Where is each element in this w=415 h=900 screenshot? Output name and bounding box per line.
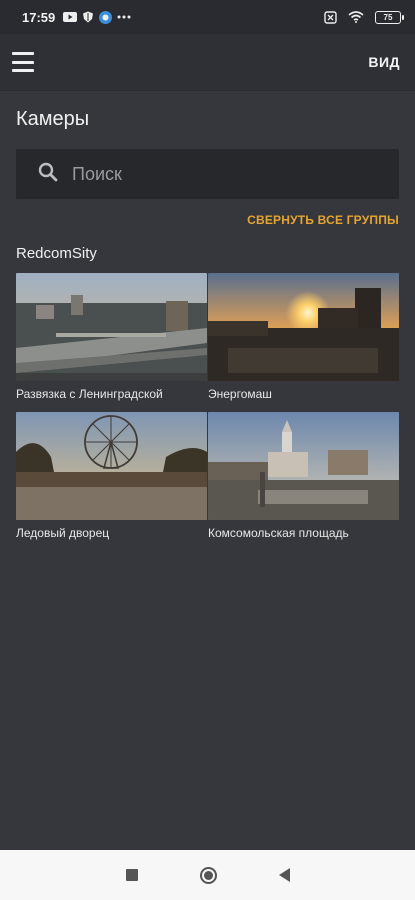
search-input[interactable]	[72, 163, 352, 185]
status-bar: 17:59 75	[0, 0, 415, 34]
search-bar[interactable]	[16, 149, 399, 199]
collapse-all-groups-button[interactable]: СВЕРНУТЬ ВСЕ ГРУППЫ	[247, 213, 399, 227]
recent-apps-icon[interactable]	[125, 869, 138, 881]
wifi-icon	[348, 11, 364, 23]
camera-thumbnail[interactable]	[208, 412, 399, 520]
camera-thumbnail[interactable]	[208, 273, 399, 381]
page-title: Камеры	[16, 108, 90, 130]
battery-icon: 75	[375, 10, 404, 24]
camera-card[interactable]: Развязка с Ленинградской	[16, 273, 207, 401]
system-navigation-bar	[0, 850, 415, 900]
youtube-icon	[63, 12, 78, 22]
camera-label: Энергомаш	[208, 387, 272, 401]
shield-icon	[82, 11, 94, 23]
camera-label: Комсомольская площадь	[208, 526, 349, 540]
hamburger-menu-icon[interactable]	[12, 52, 34, 72]
back-icon[interactable]	[278, 868, 290, 882]
sim-off-icon	[324, 10, 337, 24]
divider	[0, 90, 415, 91]
status-time: 17:59	[22, 9, 56, 25]
app-icon	[99, 10, 113, 24]
camera-card[interactable]: Энергомаш	[208, 273, 399, 401]
camera-label: Ледовый дворец	[16, 526, 110, 540]
home-icon[interactable]	[199, 866, 217, 884]
camera-label: Развязка с Ленинградской	[16, 387, 163, 401]
camera-thumbnail[interactable]	[16, 412, 207, 520]
camera-card[interactable]: Ледовый дворец	[16, 412, 207, 540]
group-title: RedcomSity	[16, 245, 97, 262]
search-icon	[38, 162, 58, 187]
camera-thumbnail[interactable]	[16, 273, 207, 381]
more-dots-icon	[117, 15, 131, 19]
app-bar: ВИД	[0, 34, 415, 90]
camera-card[interactable]: Комсомольская площадь	[208, 412, 399, 540]
view-button[interactable]: ВИД	[368, 54, 400, 70]
